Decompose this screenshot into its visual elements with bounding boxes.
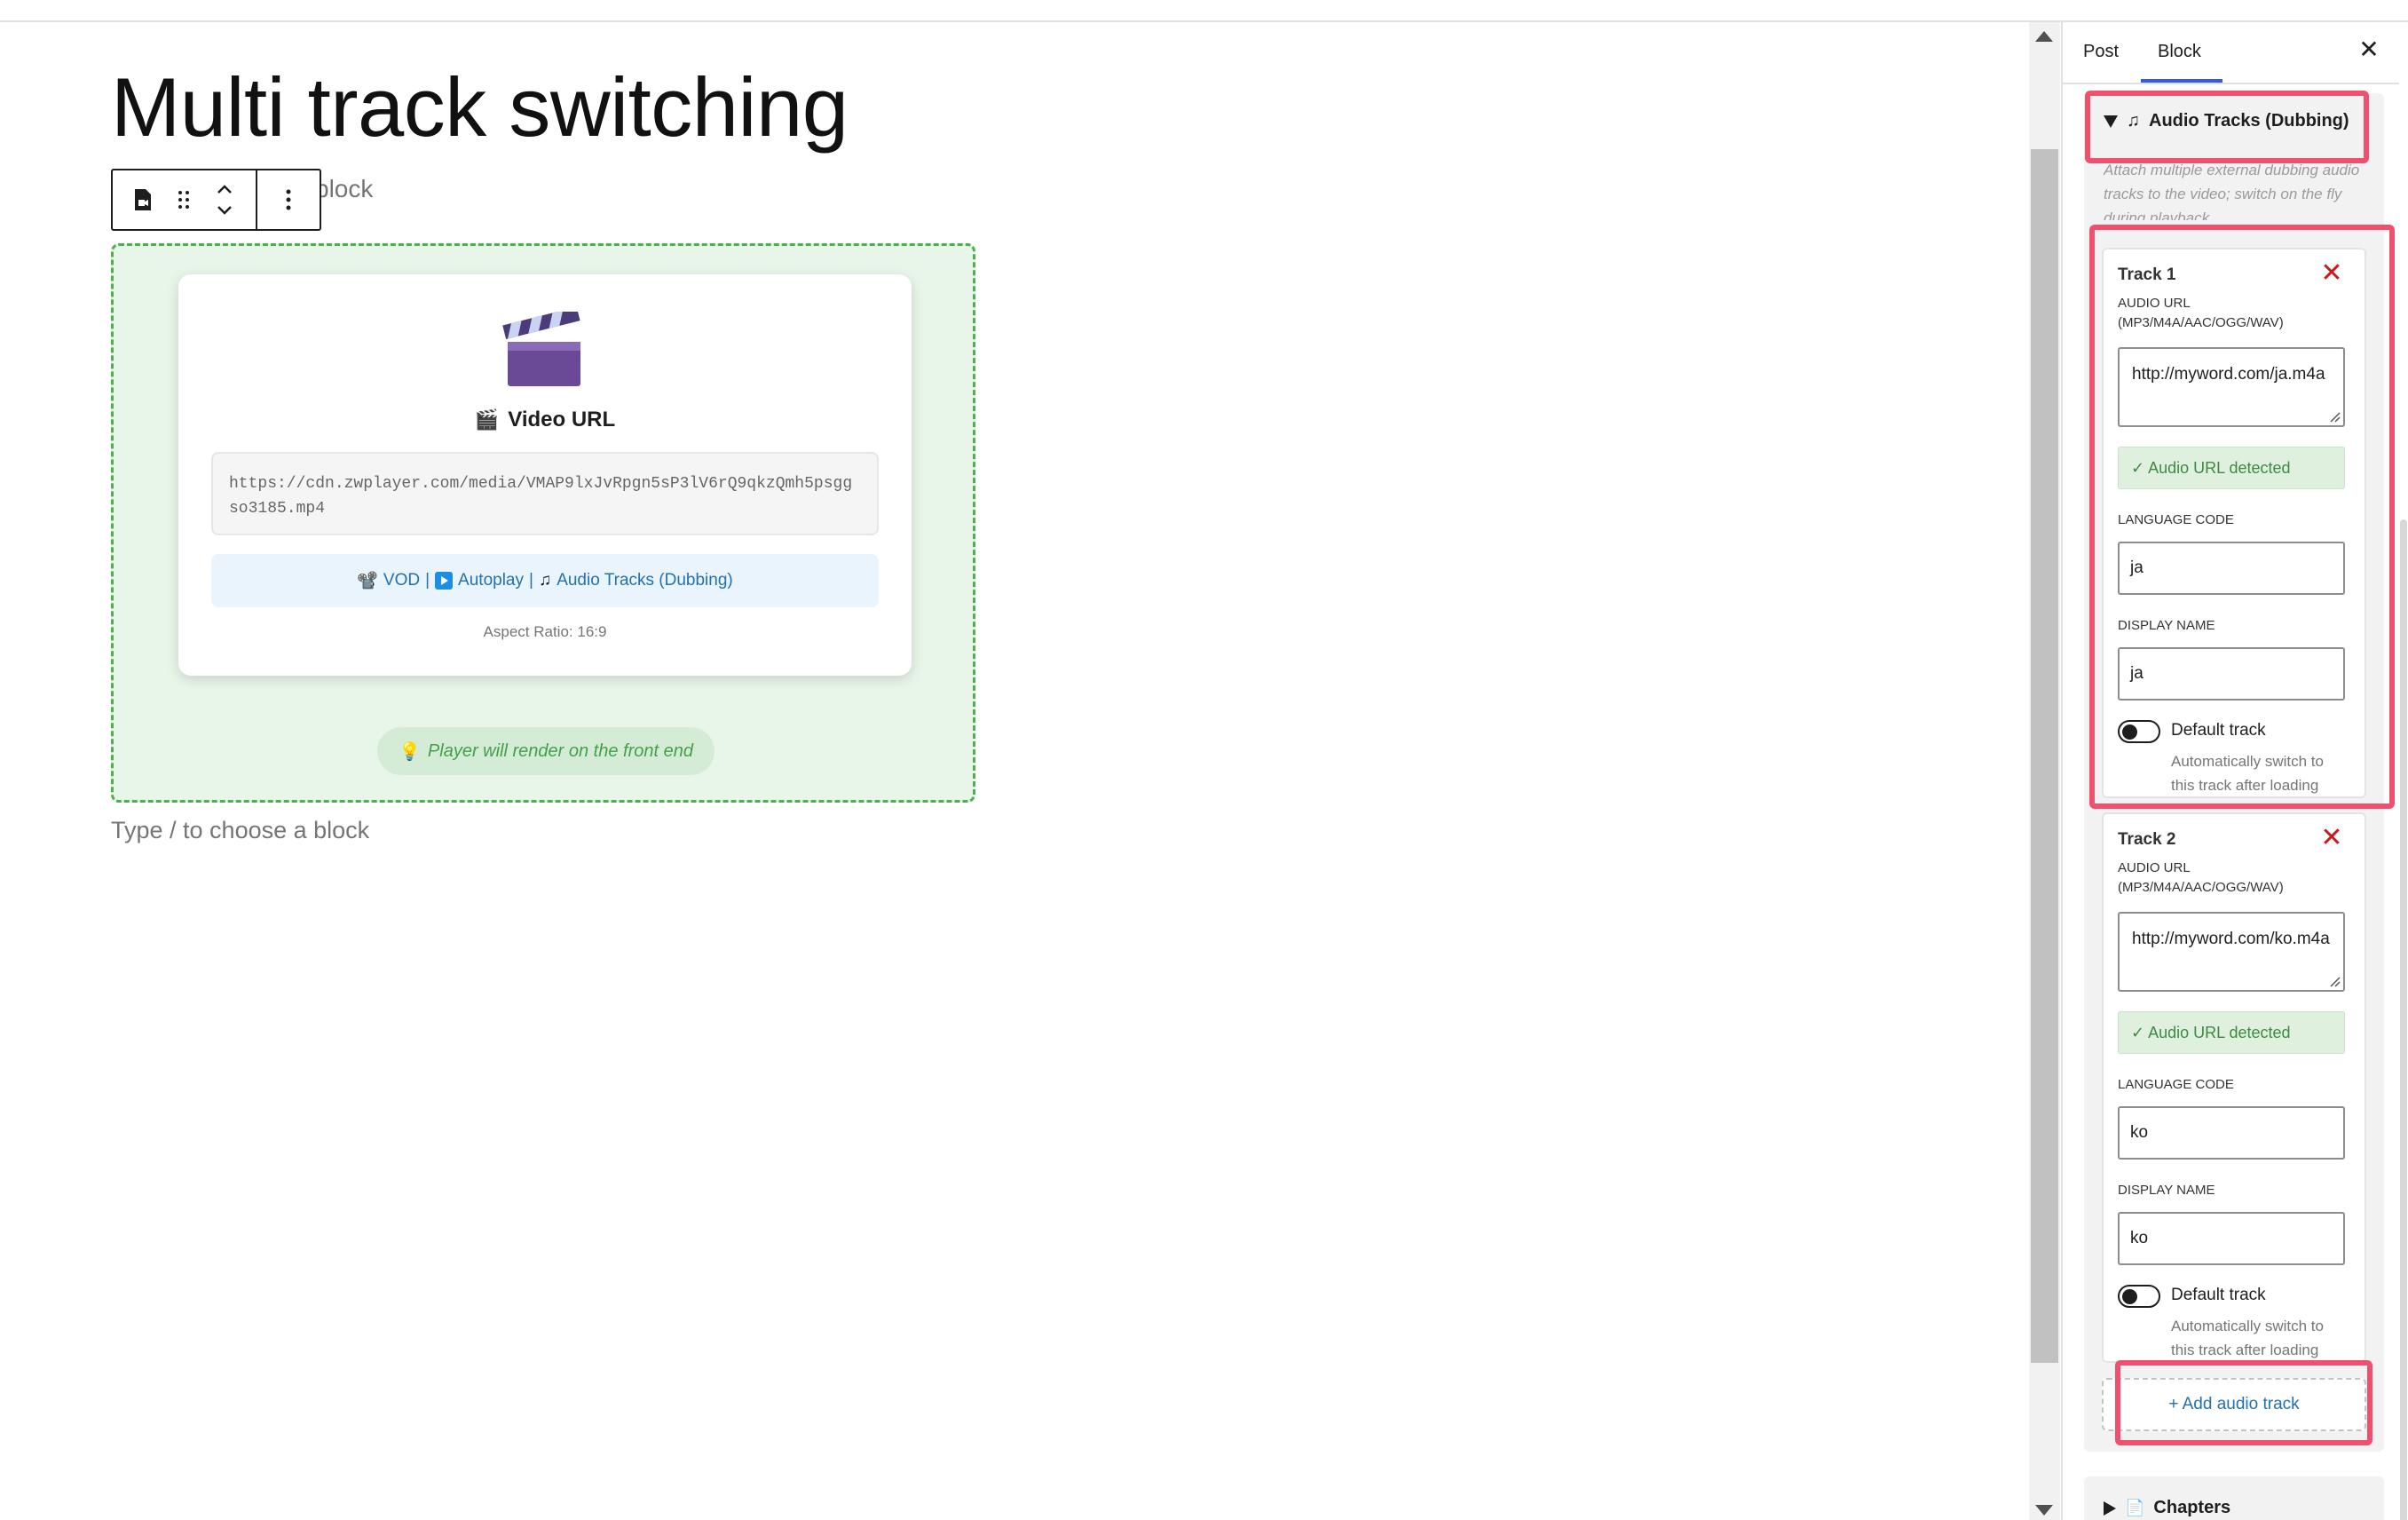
collapse-triangle-icon [2104,115,2118,128]
sidebar-tabs: Post Block ✕ [2063,22,2408,84]
default-track-label: Default track [2171,1286,2266,1304]
zwplayer-block[interactable]: 🎬 Video URL https://cdn.zwplayer.com/medi… [111,243,975,803]
feature-separator: | [425,571,430,590]
video-block-icon[interactable] [125,173,161,226]
display-name-input[interactable]: ko [2118,1212,2345,1265]
audio-url-input[interactable]: http://myword.com/ko.m4a [2118,912,2345,992]
language-code-label: LANGUAGE CODE [2118,1077,2234,1092]
track-title: Track 2 [2118,830,2176,849]
vod-icon: 📽️ [357,572,378,590]
tab-block[interactable]: Block [2158,42,2201,62]
default-track-toggle[interactable] [2118,720,2160,743]
audio-url-detected-notice: ✓ Audio URL detected [2118,447,2345,489]
more-options-icon[interactable] [271,173,306,226]
remove-track-icon[interactable]: ✕ [2317,823,2347,853]
resize-handle-icon[interactable] [2326,973,2341,987]
language-code-input[interactable]: ja [2118,542,2345,595]
active-tab-indicator [2141,79,2222,83]
toolbar-group [113,170,257,229]
panel-description: Attach multiple external dubbing audio t… [2104,162,2360,220]
track-title: Track 1 [2118,265,2176,284]
move-up-down-icon[interactable] [207,173,242,226]
video-preview-card: 🎬 Video URL https://cdn.zwplayer.com/medi… [178,274,912,676]
scroll-down-arrow-icon[interactable] [2035,1505,2053,1516]
scroll-thumb[interactable] [2031,149,2058,1363]
top-bar [0,0,2408,22]
audio-url-detected-notice: ✓ Audio URL detected [2118,1011,2345,1054]
clapper-board-icon [502,312,580,386]
display-name-label: DISPLAY NAME [2118,618,2215,633]
audio-url-input[interactable]: http://myword.com/ja.m4a [2118,347,2345,427]
lightbulb-icon: 💡 [399,741,421,762]
default-track-label: Default track [2171,721,2266,740]
remove-track-icon[interactable]: ✕ [2317,258,2347,289]
render-note: 💡 Player will render on the front end [377,727,715,775]
track-card: Track 1 ✕ AUDIO URL (MP3/M4A/AAC/OGG/WAV… [2102,248,2366,798]
chapters-title: Chapters [2153,1498,2231,1517]
audio-url-label: AUDIO URL (MP3/M4A/AAC/OGG/WAV) [2118,296,2284,330]
features-bar: 📽️ VOD | Autoplay | ♫ Audio Tracks (Dubb… [211,554,879,607]
track-card: Track 2 ✕ AUDIO URL (MP3/M4A/AAC/OGG/WAV… [2102,812,2366,1363]
document-icon: 📄 [2125,1499,2145,1516]
default-track-help: Automatically switch to this track after… [2171,753,2324,794]
default-track-toggle[interactable] [2118,1285,2160,1308]
play-icon [435,572,454,590]
close-icon[interactable]: ✕ [2356,36,2382,63]
tab-post[interactable]: Post [2083,42,2119,62]
drag-handle-icon[interactable] [166,173,201,226]
panel-title: Audio Tracks (Dubbing) [2149,111,2349,131]
feature-separator: | [529,571,533,590]
appender-fragment: block [315,175,374,202]
sidebar-scroll-thumb[interactable] [2400,519,2407,1520]
music-note-icon: ♫ [538,571,552,590]
editor-canvas: Multi track switching block 🎬 Video URL … [0,22,2028,1520]
language-code-label: LANGUAGE CODE [2118,512,2234,527]
add-audio-track-button[interactable]: + Add audio track [2102,1378,2366,1431]
block-appender-hint[interactable]: Type / to choose a block [111,817,369,844]
music-note-icon: ♫ [2127,111,2140,131]
block-toolbar [111,169,321,231]
post-title[interactable]: Multi track switching [111,58,849,158]
audio-tracks-panel-toggle[interactable]: ♫ Audio Tracks (Dubbing) [2104,111,2349,131]
canvas-scrollbar[interactable] [2029,22,2060,1520]
video-url-value: https://cdn.zwplayer.com/media/VMAP9lxJv… [211,452,879,535]
settings-sidebar: Post Block ✕ ♫ Audio Tracks (Dubbing) At… [2063,22,2408,1520]
feature-autoplay: Autoplay [458,571,524,590]
display-name-label: DISPLAY NAME [2118,1183,2215,1198]
sidebar-scrollbar[interactable] [2399,22,2408,1520]
feature-audio-tracks: Audio Tracks (Dubbing) [557,571,733,590]
feature-vod: VOD [383,571,421,590]
default-track-help: Automatically switch to this track after… [2171,1318,2324,1358]
scroll-up-arrow-icon[interactable] [2035,31,2053,42]
chapters-panel-toggle[interactable]: 📄 Chapters [2104,1498,2230,1518]
language-code-input[interactable]: ko [2118,1106,2345,1160]
audio-url-label: AUDIO URL (MP3/M4A/AAC/OGG/WAV) [2118,860,2284,895]
aspect-ratio: Aspect Ratio: 16:9 [483,623,607,640]
clapper-small-icon: 🎬 [474,408,500,431]
toggle-knob [2122,1289,2137,1304]
resize-handle-icon[interactable] [2326,408,2341,423]
toggle-knob [2122,724,2137,740]
display-name-input[interactable]: ja [2118,647,2345,701]
expand-triangle-icon [2104,1500,2116,1516]
toolbar-options [257,170,320,229]
video-url-heading: 🎬 Video URL [474,408,616,431]
